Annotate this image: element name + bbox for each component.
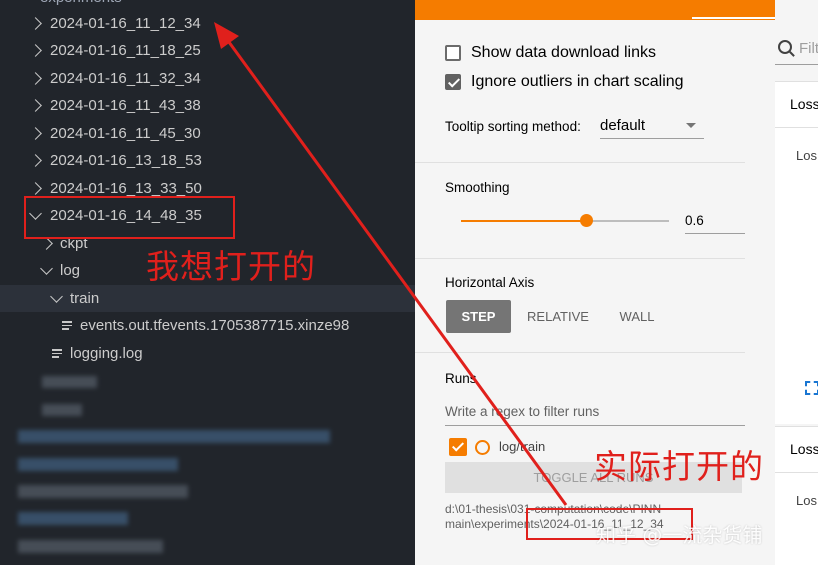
watermark: 知乎 @一流杂货铺 (596, 523, 763, 547)
arrow-line (224, 37, 568, 506)
arrowhead-icon (214, 22, 239, 49)
annotation-arrows (214, 22, 568, 506)
